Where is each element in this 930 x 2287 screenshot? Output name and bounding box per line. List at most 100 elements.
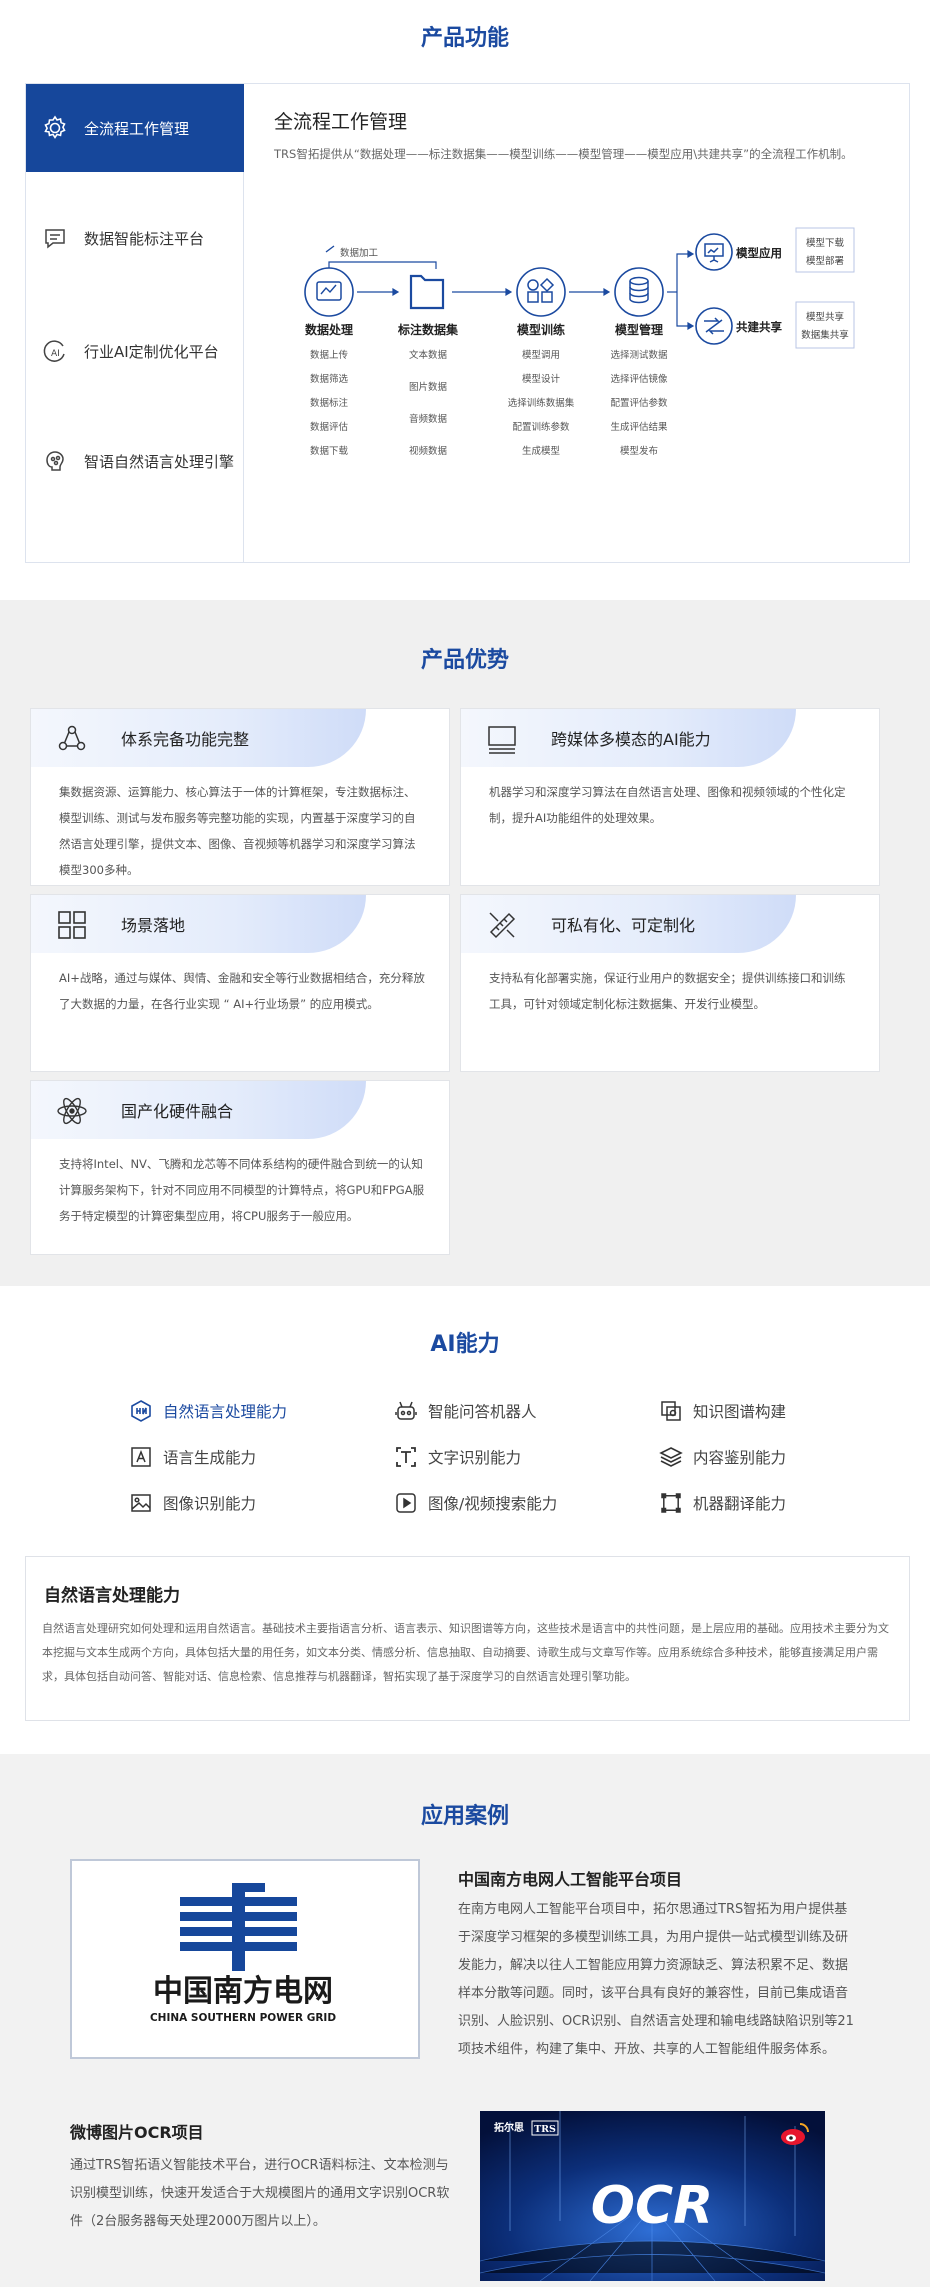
nlp-icon bbox=[127, 1397, 155, 1425]
ai-item-nlp[interactable]: 自然语言处理能力 bbox=[127, 1396, 287, 1426]
ocr-text: OCR bbox=[591, 2176, 713, 2236]
ai-detail-panel: 自然语言处理能力 自然语言处理研究如何处理和运用自然语言。基础技术主要指语言分析… bbox=[25, 1556, 910, 1721]
network-icon bbox=[58, 725, 86, 751]
csg-logo: 中国南方电网 CHINA SOUTHERN POWER GRID bbox=[150, 1883, 336, 2024]
stage-item: 选择训练数据集 bbox=[508, 397, 575, 409]
ai-item-language-generation[interactable]: 语言生成能力 bbox=[127, 1442, 256, 1472]
ai-item-text-recognition[interactable]: 文字识别能力 bbox=[392, 1442, 521, 1472]
card-description: 支持将Intel、NV、飞腾和龙芯等不同体系结构的硬件融合到统一的认知计算服务架… bbox=[59, 1157, 425, 1223]
stage-title: 标注数据集 bbox=[397, 322, 459, 337]
card-title: 国产化硬件融合 bbox=[121, 1102, 234, 1121]
ai-detail-description: 自然语言处理研究如何处理和运用自然语言。基础技术主要指语言分析、语言表示、知识图… bbox=[42, 1622, 889, 1683]
card-title: 场景落地 bbox=[121, 916, 186, 935]
product-advantages-section: 产品优势 体系完备功能完整 集数据资源、运算能力、核心算法于一体的计算框架，专注… bbox=[0, 600, 930, 1286]
advantage-card: 可私有化、可定制化 支持私有化部署实施，保证行业用户的数据安全；提供训练接口和训… bbox=[460, 894, 880, 1072]
stage-item: 音频数据 bbox=[409, 413, 448, 425]
stage-title: 模型管理 bbox=[615, 322, 663, 337]
stage-item: 图片数据 bbox=[409, 381, 448, 393]
stage-item: 模型设计 bbox=[522, 373, 561, 385]
advantage-card: 体系完备功能完整 集数据资源、运算能力、核心算法于一体的计算框架，专注数据标注、… bbox=[30, 708, 450, 886]
stage-item: 生成评估结果 bbox=[610, 421, 668, 433]
stage-item: 生成模型 bbox=[522, 445, 561, 457]
branch-item: 模型部署 bbox=[806, 255, 844, 267]
stage-circle bbox=[304, 267, 354, 317]
ai-item-knowledge-graph[interactable]: 知识图谱构建 bbox=[657, 1396, 786, 1426]
tab-label: 全流程工作管理 bbox=[84, 119, 190, 138]
svg-text:AI: AI bbox=[51, 349, 60, 359]
ai-item-label: 知识图谱构建 bbox=[693, 1403, 787, 1421]
ai-detail-title: 自然语言处理能力 bbox=[44, 1586, 180, 1606]
processing-bracket bbox=[328, 261, 437, 269]
ai-item-label: 图像识别能力 bbox=[163, 1495, 257, 1513]
stage-title: 模型训练 bbox=[517, 322, 565, 337]
ai-item-label: 机器翻译能力 bbox=[693, 1495, 787, 1513]
tab-label: 数据智能标注平台 bbox=[84, 229, 205, 248]
folder-icon bbox=[409, 274, 445, 310]
stage-item: 视频数据 bbox=[409, 445, 448, 457]
stage-item: 数据下载 bbox=[310, 445, 349, 457]
monitor-icon bbox=[488, 726, 516, 754]
ai-item-content-identification[interactable]: 内容鉴别能力 bbox=[657, 1442, 786, 1472]
stage-item: 数据评估 bbox=[310, 421, 349, 433]
section-title: 产品功能 bbox=[420, 26, 509, 51]
branch-item: 模型共享 bbox=[806, 311, 844, 323]
ai-item-machine-translation[interactable]: 机器翻译能力 bbox=[657, 1488, 786, 1518]
ai-capability-section: AI能力 自然语言处理能力 智能问答机器人 知识图谱构建 语言生成能力 文字识别… bbox=[0, 1286, 930, 1754]
advantage-card: 跨媒体多模态的AI能力 机器学习和深度学习算法在自然语言处理、图像和视频领域的个… bbox=[460, 708, 880, 886]
stage-item: 选择测试数据 bbox=[610, 349, 668, 361]
ai-item-label: 语言生成能力 bbox=[163, 1449, 257, 1467]
tab-industry-ai[interactable]: AI 行业AI定制优化平台 bbox=[26, 307, 244, 395]
stage-item: 模型调用 bbox=[522, 349, 560, 361]
card-description: 集数据资源、运算能力、核心算法于一体的计算框架，专注数据标注、模型训练、测试与发… bbox=[59, 785, 416, 877]
application-cases-section: 应用案例 中国南方电网 CHINA SOUTHERN POWER GRID 中国… bbox=[0, 1754, 930, 2287]
card-description: 机器学习和深度学习算法在自然语言处理、图像和视频领域的个性化定制，提升AI功能组… bbox=[489, 785, 846, 825]
tab-nlp-engine[interactable]: 智语自然语言处理引擎 bbox=[26, 417, 244, 505]
pen-icon bbox=[325, 245, 335, 253]
case-title: 微博图片OCR项目 bbox=[70, 2123, 204, 2142]
stage-item: 数据筛选 bbox=[310, 373, 349, 385]
brain-icon bbox=[38, 444, 72, 478]
csg-logo-card: 中国南方电网 CHINA SOUTHERN POWER GRID bbox=[70, 1859, 420, 2059]
card-title: 跨媒体多模态的AI能力 bbox=[551, 730, 711, 749]
case-description: 在南方电网人工智能平台项目中，拓尔思通过TRS智拓为用户提供基于深度学习框架的多… bbox=[458, 1902, 854, 2057]
content-title: 全流程工作管理 bbox=[274, 111, 408, 133]
features-panel: 全流程工作管理 数据智能标注平台 AI 行业AI定制优化平台 智语自然语言处理引… bbox=[25, 83, 910, 563]
tab-label: 行业AI定制优化平台 bbox=[84, 342, 219, 361]
section-title: AI能力 bbox=[430, 1332, 500, 1357]
gear-icon bbox=[38, 111, 72, 145]
advantage-card: 场景落地 AI+战略，通过与媒体、舆情、金融和安全等行业数据相结合，充分释放了大… bbox=[30, 894, 450, 1072]
tab-label: 智语自然语言处理引擎 bbox=[84, 452, 235, 471]
translate-icon bbox=[657, 1489, 685, 1517]
product-features-section: 产品功能 全流程工作管理 数据智能标注平台 AI 行业AI定制优化平台 智语自然… bbox=[0, 0, 930, 600]
branch-title: 模型应用 bbox=[736, 246, 782, 260]
branch-title: 共建共享 bbox=[736, 320, 782, 334]
ai-item-label: 自然语言处理能力 bbox=[163, 1403, 288, 1421]
stage-circle bbox=[516, 267, 566, 317]
ai-item-image-recognition[interactable]: 图像识别能力 bbox=[127, 1488, 256, 1518]
features-content: 全流程工作管理 TRS智拓提供从“数据处理——标注数据集——模型训练——模型管理… bbox=[274, 84, 889, 562]
stage-circle bbox=[614, 267, 664, 317]
logo-en-text: CHINA SOUTHERN POWER GRID bbox=[150, 2012, 336, 2024]
card-description: AI+战略，通过与媒体、舆情、金融和安全等行业数据相结合，充分释放了大数据的力量… bbox=[59, 971, 425, 1011]
text-generate-icon bbox=[127, 1443, 155, 1471]
stage-item: 数据标注 bbox=[310, 397, 349, 409]
case-title: 中国南方电网人工智能平台项目 bbox=[458, 1870, 683, 1889]
stage-item: 配置训练参数 bbox=[512, 421, 570, 433]
chat-icon bbox=[38, 221, 72, 255]
ai-item-video-search[interactable]: 图像/视频搜索能力 bbox=[392, 1488, 557, 1518]
atom-icon bbox=[57, 1097, 87, 1125]
robot-icon bbox=[392, 1397, 420, 1425]
card-title: 可私有化、可定制化 bbox=[551, 916, 696, 935]
branch-item: 模型下载 bbox=[806, 237, 845, 249]
ai-item-qa-robot[interactable]: 智能问答机器人 bbox=[392, 1396, 537, 1426]
text-recognize-icon bbox=[392, 1443, 420, 1471]
brand-text: TRS bbox=[534, 2124, 556, 2135]
content-description: TRS智拓提供从“数据处理——标注数据集——模型训练——模型管理——模型应用\共… bbox=[274, 147, 853, 161]
ai-item-label: 内容鉴别能力 bbox=[693, 1449, 787, 1467]
case-description: 通过TRS智拓语义智能技术平台，进行OCR语料标注、文本检测与识别模型训练，快速… bbox=[70, 2158, 450, 2229]
tab-data-annotation[interactable]: 数据智能标注平台 bbox=[26, 194, 244, 282]
logo-cn-text: 中国南方电网 bbox=[153, 1974, 333, 2009]
knowledge-graph-icon bbox=[657, 1397, 685, 1425]
ocr-banner: OCR 拓尔思 TRS bbox=[480, 2111, 825, 2281]
tab-workflow-management[interactable]: 全流程工作管理 bbox=[26, 84, 244, 172]
